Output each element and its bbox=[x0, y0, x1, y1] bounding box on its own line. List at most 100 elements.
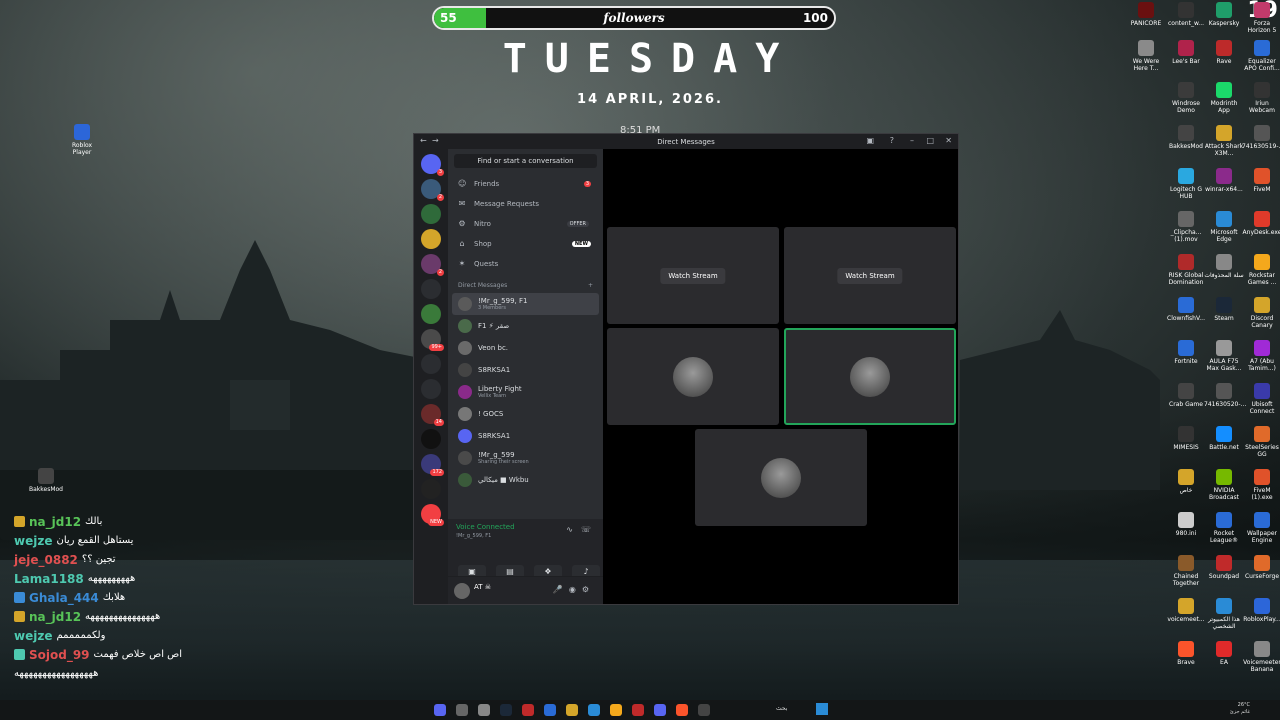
desktop-icon[interactable]: SteelSeries GG bbox=[1242, 426, 1280, 458]
help-icon[interactable]: ? bbox=[890, 136, 894, 145]
server-icon[interactable] bbox=[421, 204, 441, 224]
desktop-icon[interactable]: Rockstar Games ... bbox=[1242, 254, 1280, 286]
desktop-icon[interactable]: Attack Shark X3M... bbox=[1204, 125, 1244, 157]
nav-mail[interactable]: ✉ Message Requests bbox=[448, 194, 603, 214]
nav-friends[interactable]: ☺ Friends 3 bbox=[448, 174, 603, 194]
maximize-button[interactable]: □ bbox=[926, 136, 934, 145]
desktop-icon[interactable]: Windrose Demo bbox=[1166, 82, 1206, 114]
nav-quests[interactable]: ✶ Quests bbox=[448, 254, 603, 274]
server-icon[interactable]: NEW bbox=[421, 504, 444, 526]
dm-item[interactable]: !Mr_g_599, F1 3 Members bbox=[452, 293, 599, 315]
app-icon[interactable] bbox=[632, 704, 644, 716]
disconnect-icon[interactable]: ☏ bbox=[581, 525, 591, 534]
server-icon[interactable]: 14 bbox=[421, 404, 444, 426]
desktop-icon[interactable]: AULA F75 Max Gask... bbox=[1204, 340, 1244, 372]
desktop-icon[interactable]: PANICORE bbox=[1126, 2, 1166, 27]
desktop-icon[interactable]: MIMESIS bbox=[1166, 426, 1206, 451]
app-icon[interactable] bbox=[698, 704, 710, 716]
brave-icon[interactable] bbox=[676, 704, 688, 716]
close-button[interactable]: ✕ bbox=[945, 136, 952, 145]
server-icon[interactable] bbox=[421, 229, 441, 249]
desktop-icon[interactable]: Modrinth App bbox=[1204, 82, 1244, 114]
desktop-icon[interactable]: Fortnite bbox=[1166, 340, 1206, 365]
dm-item[interactable]: ميكالي ■ Wkbu bbox=[448, 469, 603, 491]
desktop-icon[interactable]: Microsoft Edge bbox=[1204, 211, 1244, 243]
discord-canary-icon[interactable] bbox=[654, 704, 666, 716]
desktop-icon[interactable]: NVIDIA Broadcast bbox=[1204, 469, 1244, 501]
voice-channel[interactable]: !Mr_g_599, F1 bbox=[456, 533, 491, 539]
desktop-icon[interactable]: RISK Global Domination bbox=[1166, 254, 1206, 286]
dm-item[interactable]: Liberty Fight Vellix Team bbox=[448, 381, 603, 403]
desktop-icon[interactable]: Soundpad bbox=[1204, 555, 1244, 580]
create-dm-button[interactable]: + bbox=[588, 282, 593, 289]
desktop-icon[interactable]: We Were Here T... bbox=[1126, 40, 1166, 72]
server-icon[interactable]: 172 bbox=[421, 454, 444, 476]
steam-icon[interactable] bbox=[500, 704, 512, 716]
desktop-icon[interactable]: CurseForge bbox=[1242, 555, 1280, 580]
dm-item[interactable]: F1 ⚡ صقر bbox=[448, 315, 603, 337]
desktop-icon[interactable]: 980.ini bbox=[1166, 512, 1206, 537]
inbox-icon[interactable]: ▣ bbox=[866, 136, 874, 145]
dm-item[interactable]: S8RKSA1 bbox=[448, 425, 603, 447]
server-icon[interactable] bbox=[421, 379, 441, 399]
desktop-icon[interactable]: RobloxPlay... bbox=[1242, 598, 1280, 623]
watch-stream-button[interactable]: Watch Stream bbox=[660, 267, 726, 284]
watch-stream-button[interactable]: Watch Stream bbox=[837, 267, 903, 284]
nav-nitro[interactable]: ⚙ Nitro OFFER bbox=[448, 214, 603, 234]
server-icon[interactable]: 2 bbox=[421, 179, 444, 201]
search-input[interactable]: Find or start a conversation bbox=[454, 154, 597, 168]
desktop-icon[interactable]: Battle.net bbox=[1204, 426, 1244, 451]
desktop-icon[interactable]: Iriun Webcam bbox=[1242, 82, 1280, 114]
desktop-icon[interactable]: AnyDesk.exe bbox=[1242, 211, 1280, 236]
chrome-icon[interactable] bbox=[566, 704, 578, 716]
video-tile[interactable]: Watch Stream bbox=[607, 227, 779, 324]
folder-icon[interactable] bbox=[610, 704, 622, 716]
desktop-icon[interactable]: Crab Game bbox=[1166, 383, 1206, 408]
nav-shop[interactable]: ⌂ Shop NEW bbox=[448, 234, 603, 254]
server-icon[interactable]: 2 bbox=[421, 254, 444, 276]
desktop-icon[interactable]: خاص bbox=[1166, 469, 1206, 494]
server-icon[interactable] bbox=[421, 279, 441, 299]
server-icon[interactable]: 99+ bbox=[421, 329, 444, 351]
desktop-icon[interactable]: voicemeet... bbox=[1166, 598, 1206, 623]
desktop-icon[interactable]: Kaspersky bbox=[1204, 2, 1244, 27]
desktop-icon[interactable]: هذا الكمبيوتر الشخصي bbox=[1204, 598, 1244, 630]
dm-item[interactable]: !Mr_g_599 Sharing their screen bbox=[448, 447, 603, 469]
taskbar-search[interactable]: بحث bbox=[776, 705, 787, 712]
desktop-icon[interactable]: Lee's Bar bbox=[1166, 40, 1206, 65]
gear-icon[interactable]: ⚙ bbox=[582, 585, 595, 594]
file-icon[interactable] bbox=[456, 704, 468, 716]
discord-home-icon[interactable]: 3 bbox=[421, 154, 444, 176]
desktop-icon[interactable]: winrar-x64... bbox=[1204, 168, 1244, 193]
desktop-icon[interactable]: BakkesMod bbox=[26, 468, 66, 493]
desktop-icon[interactable]: FiveM bbox=[1242, 168, 1280, 193]
desktop-icon[interactable]: EA bbox=[1204, 641, 1244, 666]
avatar[interactable] bbox=[454, 583, 470, 599]
video-tile[interactable] bbox=[607, 328, 779, 425]
dm-item[interactable]: Veon bc. bbox=[448, 337, 603, 359]
desktop-icon[interactable]: Wallpaper Engine bbox=[1242, 512, 1280, 544]
server-icon[interactable] bbox=[421, 429, 441, 449]
edge-icon[interactable] bbox=[588, 704, 600, 716]
desktop-icon[interactable]: content_w... bbox=[1166, 2, 1206, 27]
video-tile[interactable] bbox=[695, 429, 867, 526]
desktop-icon[interactable]: _Clipcha... (1).mov bbox=[1166, 211, 1206, 243]
video-tile[interactable] bbox=[784, 328, 956, 425]
desktop-icon[interactable]: سلة المحذوفات bbox=[1204, 254, 1244, 279]
headphones-icon[interactable]: ◉ bbox=[569, 585, 582, 594]
server-icon[interactable] bbox=[421, 354, 441, 374]
weather-widget[interactable]: 26°C غائم جزئ bbox=[1230, 702, 1250, 716]
desktop-icon[interactable]: Discord Canary bbox=[1242, 297, 1280, 329]
desktop-icon[interactable]: Ubisoft Connect bbox=[1242, 383, 1280, 415]
server-icon[interactable] bbox=[421, 304, 441, 324]
desktop-icon[interactable]: Equalizer APO Confi... bbox=[1242, 40, 1280, 72]
dm-item[interactable]: S8RKSA1 bbox=[448, 359, 603, 381]
browser-icon[interactable] bbox=[544, 704, 556, 716]
desktop-icon[interactable]: 741630520-... bbox=[1204, 383, 1246, 408]
video-tile[interactable]: Watch Stream bbox=[784, 227, 956, 324]
desktop-icon[interactable]: Forza Horizon 5 bbox=[1242, 2, 1280, 34]
minimize-button[interactable]: – bbox=[910, 136, 914, 145]
desktop-icon[interactable]: FiveM (1).exe bbox=[1242, 469, 1280, 501]
microphone-icon[interactable]: 🎤 bbox=[553, 585, 569, 594]
settings-icon[interactable] bbox=[478, 704, 490, 716]
